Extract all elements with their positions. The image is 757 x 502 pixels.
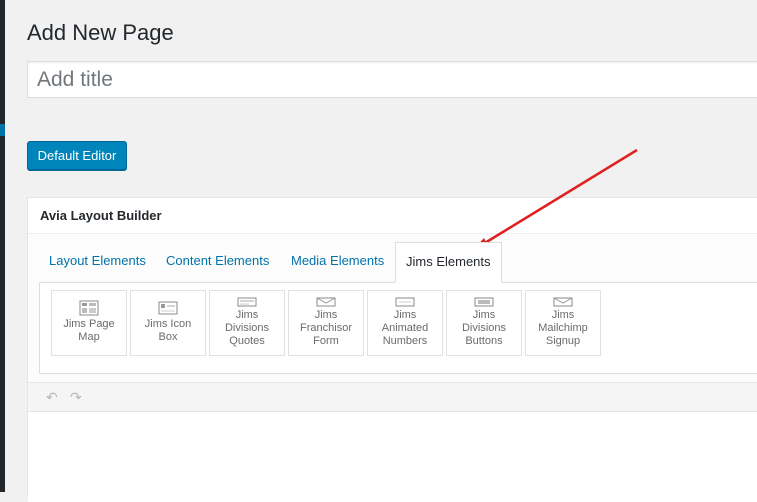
- undo-redo-bar: ↶ ↷: [28, 382, 757, 412]
- builder-tabs-area: Layout Elements Content Elements Media E…: [28, 234, 757, 382]
- admin-sidebar-strip: [0, 0, 5, 492]
- element-jims-animated-numbers[interactable]: Jims Animated Numbers: [367, 290, 443, 356]
- element-jims-franchisor-form[interactable]: Jims Franchisor Form: [288, 290, 364, 356]
- page-title: Add New Page: [27, 20, 174, 45]
- undo-icon[interactable]: ↶: [46, 389, 58, 406]
- element-jims-icon-box[interactable]: Jims Icon Box: [130, 290, 206, 356]
- builder-canvas[interactable]: [28, 412, 757, 502]
- tab-content-elements[interactable]: Content Elements: [156, 242, 279, 283]
- element-jims-mailchimp-signup[interactable]: Jims Mailchimp Signup: [525, 290, 601, 356]
- builder-header: Avia Layout Builder: [28, 198, 757, 234]
- element-jims-divisions-quotes[interactable]: Jims Divisions Quotes: [209, 290, 285, 356]
- tab-layout-elements[interactable]: Layout Elements: [39, 242, 156, 283]
- admin-menu-indicator: [0, 124, 5, 136]
- buttons-icon: [474, 297, 494, 307]
- sitemap-icon: [79, 300, 99, 316]
- element-jims-divisions-buttons[interactable]: Jims Divisions Buttons: [446, 290, 522, 356]
- tab-media-elements[interactable]: Media Elements: [281, 242, 394, 283]
- elements-panel: Jims Page Map Jims Icon Box Jims Divisio…: [39, 282, 757, 374]
- numbers-icon: [395, 297, 415, 307]
- icon-box-icon: [158, 301, 178, 315]
- avia-layout-builder: Avia Layout Builder Layout Elements Cont…: [27, 197, 757, 502]
- element-jims-page-map[interactable]: Jims Page Map: [51, 290, 127, 356]
- default-editor-button[interactable]: Default Editor: [27, 141, 127, 170]
- signup-icon: [553, 297, 573, 307]
- quotes-icon: [237, 297, 257, 307]
- form-icon: [316, 297, 336, 307]
- title-input[interactable]: [27, 61, 757, 98]
- tab-jims-elements[interactable]: Jims Elements: [395, 242, 502, 283]
- redo-icon[interactable]: ↷: [70, 389, 82, 406]
